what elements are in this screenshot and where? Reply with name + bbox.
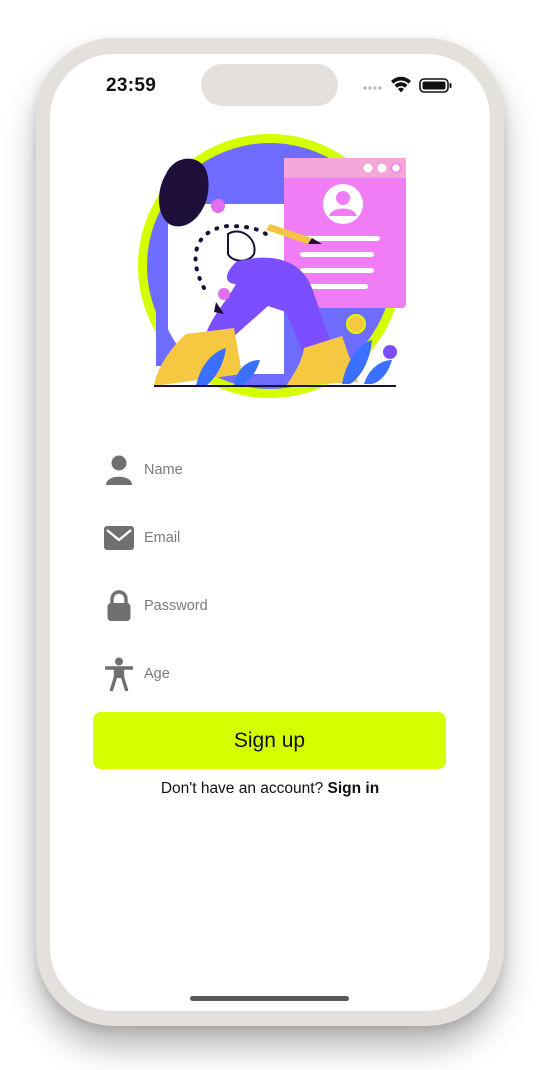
lock-icon bbox=[102, 586, 136, 626]
age-field[interactable] bbox=[102, 654, 442, 694]
signin-prompt-text: Don't have an account? bbox=[160, 780, 324, 797]
home-indicator[interactable] bbox=[190, 996, 349, 1001]
signup-button[interactable]: Sign up bbox=[93, 712, 446, 769]
email-input[interactable] bbox=[144, 524, 434, 552]
signup-illustration bbox=[136, 134, 408, 402]
person-icon bbox=[102, 450, 136, 490]
status-icons bbox=[362, 74, 462, 96]
signin-link[interactable]: Sign in bbox=[328, 780, 380, 797]
signin-prompt: Don't have an account? Sign in bbox=[50, 780, 490, 798]
phone-frame: 23:59 Name Email Age Sign up Don't have … bbox=[36, 38, 504, 1026]
accessibility-icon bbox=[102, 654, 136, 694]
age-input[interactable] bbox=[144, 660, 434, 688]
battery-icon bbox=[419, 78, 452, 93]
email-field[interactable] bbox=[102, 518, 442, 558]
password-input[interactable] bbox=[144, 592, 434, 620]
cellular-dots-icon bbox=[363, 86, 382, 90]
app-screen: 23:59 Name Email Age Sign up Don't have … bbox=[50, 54, 490, 1011]
name-input[interactable] bbox=[144, 456, 434, 484]
wifi-icon bbox=[391, 76, 411, 93]
dynamic-island bbox=[201, 64, 338, 106]
password-field[interactable] bbox=[102, 586, 442, 626]
name-field[interactable] bbox=[102, 450, 442, 490]
status-time: 23:59 bbox=[106, 75, 157, 96]
envelope-icon bbox=[102, 518, 136, 558]
